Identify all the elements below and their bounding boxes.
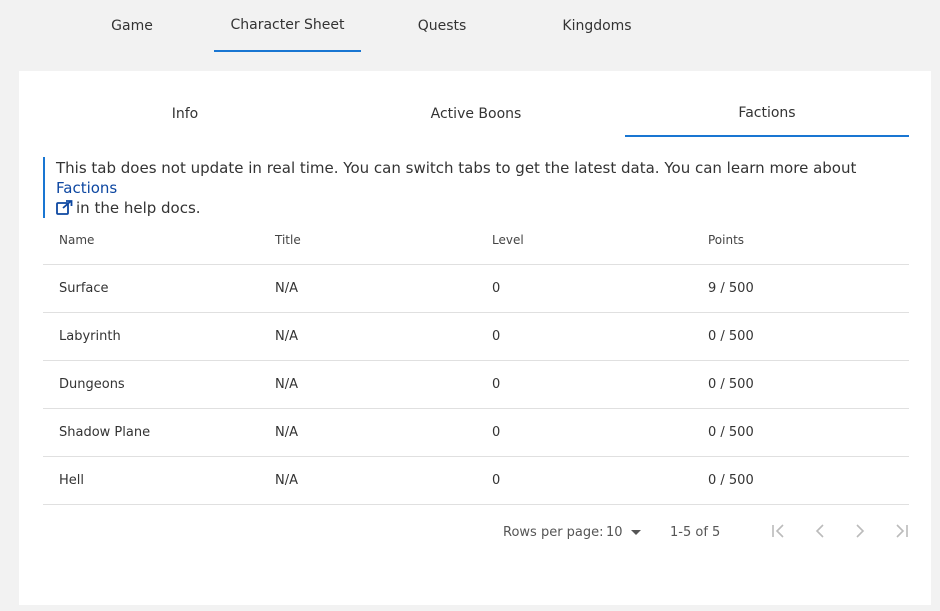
rows-per-page-select[interactable]: 10 xyxy=(606,525,641,540)
rows-per-page-label: Rows per page: xyxy=(503,525,604,540)
next-page-button[interactable] xyxy=(848,521,872,545)
chevron-left-icon xyxy=(815,524,825,542)
header-points[interactable]: Points xyxy=(708,216,744,264)
cell-points: 0 / 500 xyxy=(708,329,754,344)
caret-down-icon xyxy=(623,525,641,540)
tab-game[interactable]: Game xyxy=(98,0,166,52)
cell-level: 0 xyxy=(492,329,501,344)
tab-label: Quests xyxy=(417,18,467,34)
tab-label: Active Boons xyxy=(430,106,522,122)
tab-active-boons[interactable]: Active Boons xyxy=(334,91,618,137)
table-row: Labyrinth N/A 0 0 / 500 xyxy=(43,313,909,361)
cell-points: 0 / 500 xyxy=(708,377,754,392)
table-row: Shadow Plane N/A 0 0 / 500 xyxy=(43,409,909,457)
cell-name: Dungeons xyxy=(59,377,125,392)
cell-level: 0 xyxy=(492,473,501,488)
tab-info[interactable]: Info xyxy=(43,91,327,137)
cell-title: N/A xyxy=(275,425,298,440)
cell-level: 0 xyxy=(492,281,501,296)
tab-character-sheet[interactable]: Character Sheet xyxy=(214,0,361,52)
cell-title: N/A xyxy=(275,281,298,296)
tab-label: Kingdoms xyxy=(562,18,632,34)
table-header-row: Name Title Level Points xyxy=(43,216,909,265)
cell-name: Surface xyxy=(59,281,109,296)
table-row: Surface N/A 0 9 / 500 xyxy=(43,265,909,313)
cell-title: N/A xyxy=(275,473,298,488)
last-page-icon xyxy=(891,524,909,542)
previous-page-button[interactable] xyxy=(808,521,832,545)
factions-table: Name Title Level Points Surface N/A 0 9 … xyxy=(43,216,909,505)
notice-suffix: in the help docs. xyxy=(76,199,201,217)
cell-level: 0 xyxy=(492,377,501,392)
notice-text: This tab does not update in real time. Y… xyxy=(56,159,857,177)
first-page-icon xyxy=(771,524,789,542)
tab-label: Game xyxy=(111,18,153,34)
external-link-icon xyxy=(56,200,73,215)
cell-level: 0 xyxy=(492,425,501,440)
tab-factions[interactable]: Factions xyxy=(625,91,909,137)
character-sheet-panel: Info Active Boons Factions This tab does… xyxy=(19,71,931,605)
tab-label: Info xyxy=(171,106,199,122)
cell-points: 9 / 500 xyxy=(708,281,754,296)
header-level[interactable]: Level xyxy=(492,216,524,264)
cell-points: 0 / 500 xyxy=(708,425,754,440)
table-row: Dungeons N/A 0 0 / 500 xyxy=(43,361,909,409)
tab-label: Character Sheet xyxy=(230,17,345,33)
cell-name: Labyrinth xyxy=(59,329,121,344)
tab-kingdoms[interactable]: Kingdoms xyxy=(550,0,644,52)
table-row: Hell N/A 0 0 / 500 xyxy=(43,457,909,505)
cell-name: Shadow Plane xyxy=(59,425,151,440)
info-notice: This tab does not update in real time. Y… xyxy=(43,157,888,218)
header-title[interactable]: Title xyxy=(275,216,301,264)
tab-quests[interactable]: Quests xyxy=(404,0,480,52)
cell-name: Hell xyxy=(59,473,84,488)
cell-points: 0 / 500 xyxy=(708,473,754,488)
page-range-label: 1-5 of 5 xyxy=(670,525,721,540)
header-name[interactable]: Name xyxy=(59,216,94,264)
factions-link-text: Factions xyxy=(56,179,118,197)
last-page-button[interactable] xyxy=(888,521,912,545)
tab-label: Factions xyxy=(738,105,796,121)
table-pagination: Rows per page: 10 1-5 of 5 xyxy=(43,513,909,553)
cell-title: N/A xyxy=(275,329,298,344)
chevron-right-icon xyxy=(855,524,865,542)
first-page-button[interactable] xyxy=(768,521,792,545)
cell-title: N/A xyxy=(275,377,298,392)
top-tab-bar: Game Character Sheet Quests Kingdoms xyxy=(0,0,940,60)
rows-per-page-value: 10 xyxy=(606,525,623,540)
inner-tab-bar: Info Active Boons Factions xyxy=(43,91,909,137)
